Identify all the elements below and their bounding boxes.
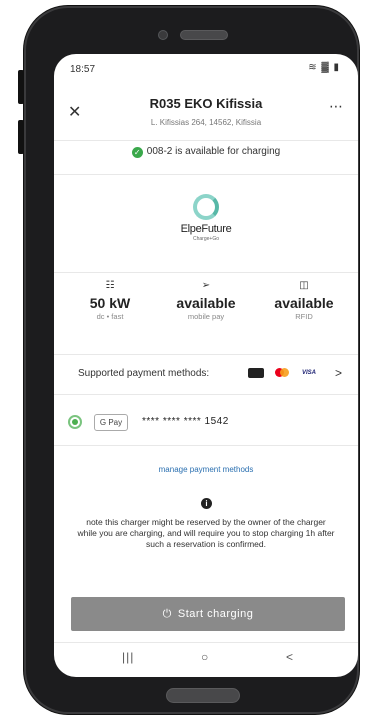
stat-rfid-sub: RFID xyxy=(295,312,313,321)
mastercard-icon xyxy=(274,368,290,378)
divider xyxy=(54,140,358,141)
volume-button xyxy=(18,70,24,104)
operator-brand: ElpeFuture xyxy=(180,223,232,235)
power-icon: ⏻ xyxy=(162,608,172,620)
start-charging-button[interactable]: ⏻ Start charging xyxy=(71,597,345,631)
operator-tagline: Charge+Go xyxy=(193,236,219,242)
card-number: **** **** **** 1542 xyxy=(142,416,229,427)
reservation-note: note this charger might be reserved by t… xyxy=(77,517,335,549)
recents-icon[interactable]: ||| xyxy=(122,650,134,664)
hardware-home-bar xyxy=(166,688,240,703)
stat-mobile-pay-value: available xyxy=(176,295,236,311)
google-pay-icon: G Pay xyxy=(94,414,128,431)
more-options-icon[interactable]: ⋯ xyxy=(329,98,344,115)
chevron-right-icon: > xyxy=(334,366,342,380)
payment-radio[interactable] xyxy=(68,415,82,429)
home-icon[interactable]: ○ xyxy=(201,650,208,664)
divider xyxy=(54,354,358,355)
status-icons: ≋ ▓ ▮ xyxy=(308,62,340,73)
check-circle-icon: ✓ xyxy=(131,147,143,158)
divider xyxy=(54,445,358,446)
station-address: L. Kifissias 264, 14562, Kifissia xyxy=(150,118,262,127)
status-time: 18:57 xyxy=(70,64,96,75)
earpiece-speaker xyxy=(180,30,228,40)
stat-power-sub: dc • fast xyxy=(96,312,124,321)
divider xyxy=(54,272,358,273)
screen: 18:57 ≋ ▓ ▮ ✕ R035 EKO Kifissia L. Kifis… xyxy=(54,54,358,677)
selected-payment-method[interactable]: G Pay **** **** **** 1542 xyxy=(54,407,358,437)
front-camera xyxy=(158,30,168,40)
status-bar: 18:57 ≋ ▓ ▮ xyxy=(54,54,358,84)
availability-text: 008-2 is available for charging xyxy=(146,146,281,157)
stat-rfid-value: available xyxy=(274,295,334,311)
divider xyxy=(54,394,358,395)
charger-stats: ☷ 50 kW dc • fast ➢ available mobile pay… xyxy=(54,280,358,340)
card-icon xyxy=(248,368,264,378)
stat-mobile-pay: ➢ available mobile pay xyxy=(156,280,256,321)
divider xyxy=(54,642,358,643)
divider xyxy=(54,174,358,175)
mobile-pay-icon: ➢ xyxy=(201,280,211,291)
info-icon: i xyxy=(201,498,212,509)
android-nav-bar: ||| ○ < xyxy=(54,644,358,677)
rfid-icon: ◫ xyxy=(299,280,309,291)
radio-selected-dot xyxy=(72,419,78,425)
manage-payment-methods-link[interactable]: manage payment methods xyxy=(54,465,358,474)
start-charging-label: Start charging xyxy=(177,608,254,620)
station-title: R035 EKO Kifissia xyxy=(149,96,263,111)
station-header: ✕ R035 EKO Kifissia L. Kifissias 264, 14… xyxy=(54,84,358,136)
operator-logo: ElpeFuture Charge+Go xyxy=(54,194,358,242)
stat-power-value: 50 kW xyxy=(89,295,131,311)
visa-icon: VISA xyxy=(301,370,316,376)
back-icon[interactable]: < xyxy=(286,650,293,664)
availability-status: ✓ 008-2 is available for charging xyxy=(54,146,358,158)
power-button xyxy=(18,120,24,154)
supported-payment-label: Supported payment methods: xyxy=(78,368,210,379)
stat-power: ☷ 50 kW dc • fast xyxy=(60,280,160,321)
elpe-logo-icon xyxy=(193,194,219,220)
stat-rfid: ◫ available RFID xyxy=(254,280,354,321)
supported-payment-methods-row[interactable]: Supported payment methods: VISA > xyxy=(54,362,358,386)
stat-mobile-pay-sub: mobile pay xyxy=(187,312,225,321)
plug-icon: ☷ xyxy=(105,280,115,291)
